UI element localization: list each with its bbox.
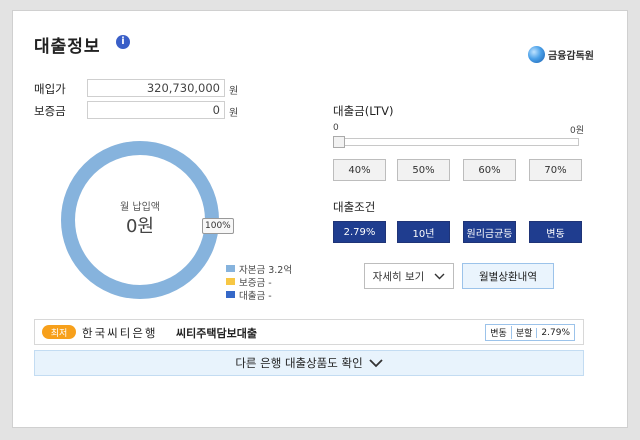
legend-swatch (226, 291, 235, 298)
chevron-down-icon (434, 273, 445, 279)
ltv-max-label: 0원 (570, 126, 585, 136)
purchase-price-unit: 원 (229, 86, 239, 97)
ltv-60-button[interactable]: 60% (463, 159, 516, 181)
percent-badge: 100% (202, 218, 234, 234)
detail-view-button[interactable]: 자세히 보기 (364, 263, 454, 289)
ltv-70-button[interactable]: 70% (529, 159, 582, 181)
deposit-unit: 원 (229, 108, 239, 119)
repayment-method-button[interactable]: 원리금균등 (463, 221, 516, 243)
tag-rate: 2.79% (536, 327, 574, 338)
fss-logo-icon (528, 46, 545, 63)
legend-swatch (226, 278, 235, 285)
product-tags: 변동 분할 2.79% (485, 324, 575, 341)
donut-legend: 자본금 3.2억 보증금 - 대출금 - (226, 262, 292, 302)
legend-item-deposit: 보증금 - (226, 275, 292, 289)
fss-logo: 금융감독원 (528, 46, 594, 63)
ltv-40-button[interactable]: 40% (333, 159, 386, 181)
deposit-input[interactable]: 0 (87, 101, 225, 119)
monthly-payment-label: 월 납입액 (120, 202, 160, 213)
bank-name: 한국씨티은행 (82, 326, 158, 340)
rate-button[interactable]: 2.79% (333, 221, 386, 243)
page-title: 대출정보 (34, 37, 101, 57)
bank-product-row[interactable]: 최저 한국씨티은행 씨티주택담보대출 변동 분할 2.79% (34, 319, 584, 345)
tag-repayment: 분할 (510, 326, 537, 339)
product-name: 씨티주택담보대출 (176, 327, 257, 340)
purchase-price-label: 매입가 (34, 82, 66, 96)
ltv-min-label: 0 (333, 123, 339, 133)
legend-swatch (226, 265, 235, 272)
deposit-label: 보증금 (34, 104, 66, 118)
monthly-schedule-button[interactable]: 월별상환내역 (462, 263, 554, 289)
legend-item-loan: 대출금 - (226, 288, 292, 302)
lowest-badge: 최저 (42, 325, 76, 339)
info-icon[interactable]: i (116, 35, 130, 49)
purchase-price-input[interactable]: 320,730,000 (87, 79, 225, 97)
monthly-payment-value: 0원 (125, 216, 154, 237)
conditions-label: 대출조건 (333, 200, 376, 214)
chevron-down-icon (369, 358, 383, 367)
term-button[interactable]: 10년 (397, 221, 450, 243)
legend-item-capital: 자본금 3.2억 (226, 262, 292, 276)
other-banks-button[interactable]: 다른 은행 대출상품도 확인 (34, 350, 584, 376)
ltv-slider-handle[interactable] (333, 136, 345, 148)
fss-logo-text: 금융감독원 (548, 51, 594, 62)
rate-type-button[interactable]: 변동 (529, 221, 582, 243)
ltv-50-button[interactable]: 50% (397, 159, 450, 181)
ltv-slider-track[interactable] (335, 138, 579, 146)
tag-rate-type: 변동 (490, 329, 507, 339)
ltv-label: 대출금(LTV) (333, 104, 394, 118)
